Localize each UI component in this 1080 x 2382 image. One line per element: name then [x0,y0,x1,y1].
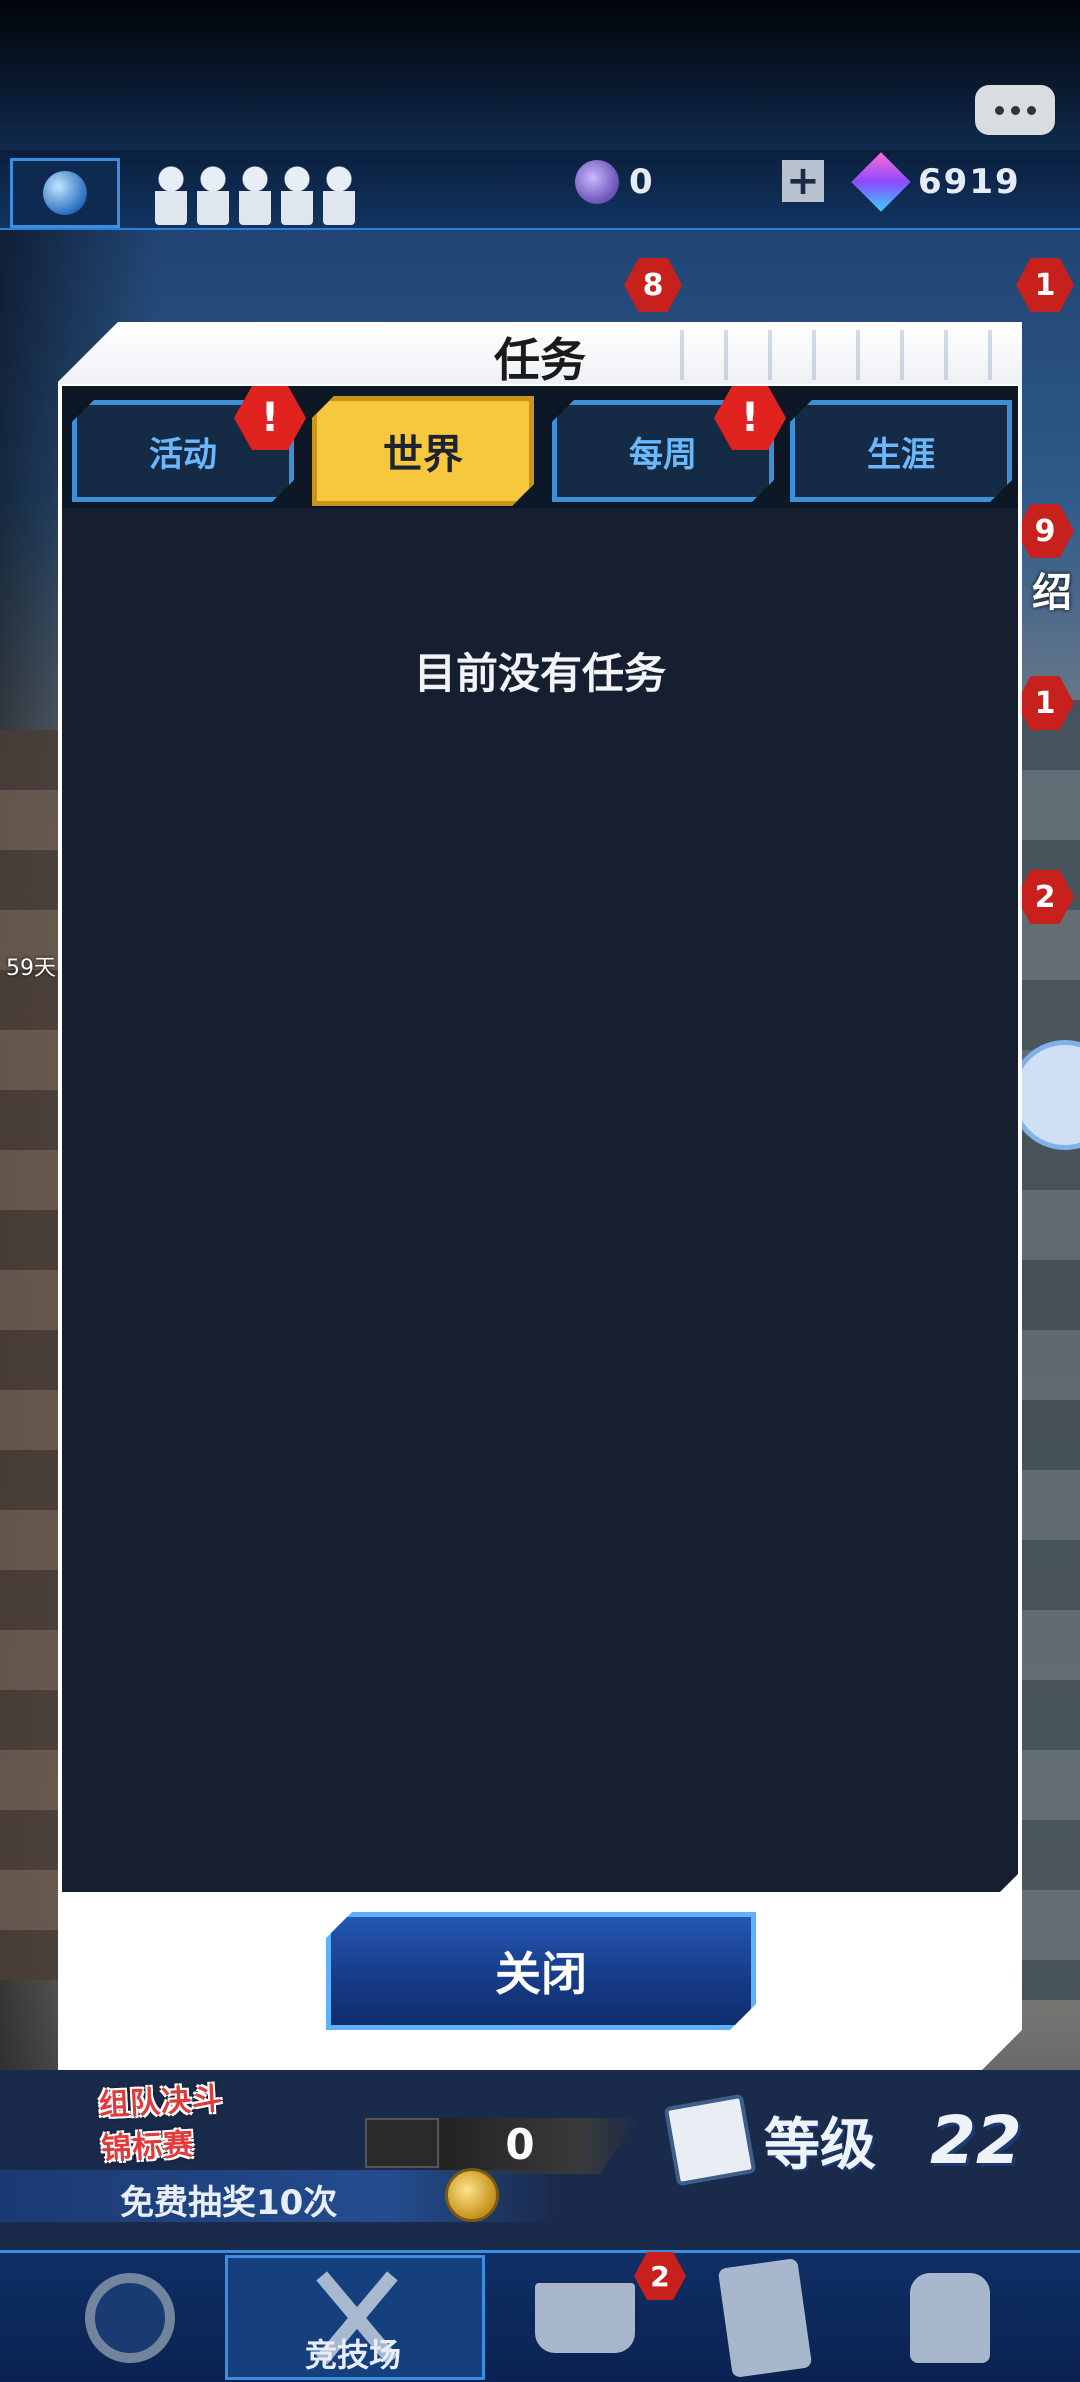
tab-world[interactable]: 世界 [312,396,534,506]
gem-icon [851,152,911,212]
player-slots [155,165,355,225]
nav-cards[interactable] [680,2255,850,2380]
plus-icon[interactable]: + [782,160,824,202]
currency-b: 6919 [851,152,1021,212]
currency-b-value: 6919 [918,162,1021,202]
free-draw-label[interactable]: 免费抽奖10次 [120,2175,337,2224]
chat-icon[interactable] [975,85,1055,135]
empty-missions-message: 目前没有任务 [413,649,666,698]
globe-button[interactable] [10,158,120,228]
nav-profile[interactable] [40,2255,220,2380]
tab-career[interactable]: 生涯 [790,400,1012,502]
level-block[interactable]: 等级 22 [663,2093,1022,2187]
coin-icon [575,160,619,204]
lock-icon [910,2272,990,2363]
modal-title: 任务 [494,333,586,387]
nav-arena-label: 竞技场 [305,2336,402,2374]
event-banner[interactable]: 组队决斗 锦标赛 [98,2071,262,2169]
player-slot-icon [197,165,229,225]
currency-a: 0 [575,158,655,206]
level-value: 22 [930,2101,1022,2179]
mail-bar [440,2118,640,2174]
shop-cart-icon [535,2282,635,2353]
mail-icon[interactable] [365,2118,439,2168]
player-slot-icon [323,165,355,225]
days-remaining-label: 59天 [6,956,56,981]
close-button[interactable]: 关闭 [326,1912,756,2030]
player-slot-icon [281,165,313,225]
globe-icon [43,171,87,215]
cards-icon [717,2257,813,2378]
nav-locked[interactable] [860,2255,1040,2380]
mail-count: 0 [505,2120,535,2169]
crown-icon [445,2168,499,2222]
currency-a-value: 0 [629,162,655,202]
player-slot-icon [155,165,187,225]
deck-icon [663,2093,757,2187]
level-label: 等级 [764,2112,876,2178]
missions-content-panel [62,508,1018,1892]
status-area-background [0,0,1080,150]
player-slot-icon [239,165,271,225]
profile-gear-icon [85,2272,175,2363]
side-menu-label: 绍 [1032,570,1072,616]
